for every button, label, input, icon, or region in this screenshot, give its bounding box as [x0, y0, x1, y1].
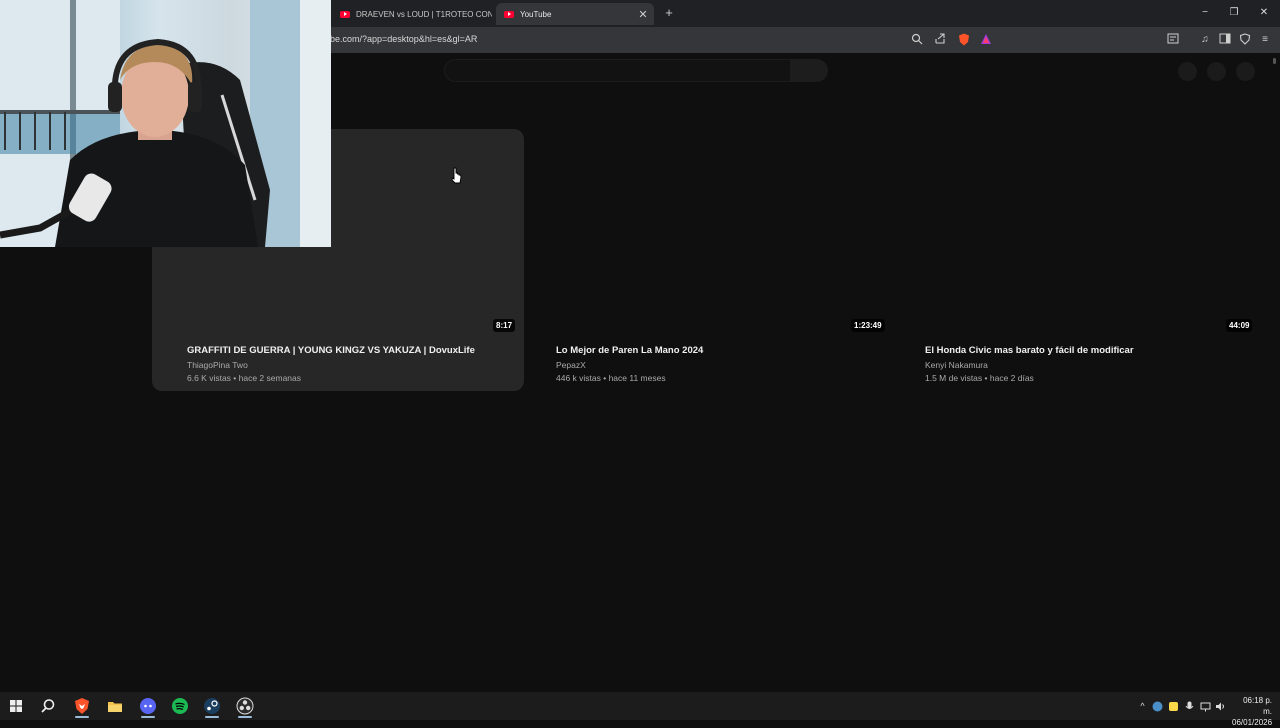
- share-icon[interactable]: [933, 33, 947, 47]
- active-app-indicator: [75, 716, 89, 718]
- discord-icon[interactable]: [139, 697, 157, 715]
- mouse-cursor: [451, 167, 462, 184]
- brave-shields-icon[interactable]: [957, 33, 971, 47]
- spotify-icon[interactable]: [171, 697, 189, 715]
- app-tray-icon[interactable]: [1168, 701, 1179, 712]
- channel-name[interactable]: PepazX: [556, 360, 586, 370]
- search-input[interactable]: [444, 59, 790, 82]
- url-field[interactable]: be.com/?app=desktop&hl=es&gl=AR: [330, 34, 477, 44]
- video-meta: 1.5 M de vistas • hace 2 días: [925, 373, 1034, 383]
- webcam-overlay: [0, 0, 331, 247]
- minimize-button[interactable]: −: [1198, 6, 1212, 20]
- notifications-icon[interactable]: [1207, 62, 1226, 81]
- avatar[interactable]: [1236, 62, 1255, 81]
- brave-browser-icon[interactable]: [73, 697, 91, 715]
- video-duration: 8:17: [493, 319, 516, 332]
- video-title[interactable]: GRAFFITI DE GUERRA | YOUNG KINGZ VS YAKU…: [187, 345, 475, 356]
- youtube-icon: [340, 10, 350, 18]
- tab-draeven[interactable]: DRAEVEN vs LOUD | T1ROTEO CON: [332, 3, 492, 25]
- close-tab-icon[interactable]: ✕: [636, 8, 650, 21]
- video-meta: 6.6 K vistas • hace 2 semanas: [187, 373, 302, 383]
- brave-rewards-icon[interactable]: [979, 33, 993, 47]
- tab-title: YouTube: [520, 9, 552, 19]
- zoom-icon[interactable]: [910, 33, 924, 47]
- vpn-shield-icon[interactable]: [1238, 33, 1252, 47]
- restore-button[interactable]: ❐: [1227, 6, 1241, 20]
- tab-youtube[interactable]: YouTube ✕: [496, 3, 654, 25]
- scrollbar[interactable]: [1273, 58, 1276, 64]
- running-app-indicator: [238, 716, 252, 718]
- video-duration: 44:09: [1226, 319, 1253, 332]
- channel-name[interactable]: Kenyi Nakamura: [925, 360, 988, 370]
- running-app-indicator: [205, 716, 219, 718]
- video-duration: 1:23:49: [851, 319, 885, 332]
- close-window-button[interactable]: ✕: [1257, 6, 1271, 20]
- new-tab-button[interactable]: +: [662, 5, 676, 21]
- menu-icon[interactable]: ≡: [1258, 33, 1272, 47]
- search-button[interactable]: [790, 59, 828, 82]
- microphone-icon[interactable]: [1184, 701, 1195, 712]
- search-icon[interactable]: [39, 697, 57, 715]
- video-title[interactable]: El Honda Civic mas barato y fácil de mod…: [925, 345, 1134, 356]
- video-meta: 446 k vistas • hace 11 meses: [556, 373, 666, 383]
- reader-mode-icon[interactable]: [1166, 33, 1180, 47]
- sidebar-icon[interactable]: [1218, 33, 1232, 47]
- steam-icon[interactable]: [203, 697, 221, 715]
- clock-date: 06/01/2026: [1232, 718, 1273, 727]
- running-app-indicator: [141, 716, 155, 718]
- webcam-image: [0, 0, 331, 247]
- youtube-icon: [504, 10, 514, 18]
- windows-start-icon[interactable]: [7, 697, 25, 715]
- clock-time: 06:18 p. m.: [1243, 696, 1272, 716]
- tab-title: DRAEVEN vs LOUD | T1ROTEO CON: [356, 9, 492, 19]
- obs-icon[interactable]: [236, 697, 254, 715]
- music-icon[interactable]: ♫: [1198, 33, 1212, 47]
- file-explorer-icon[interactable]: [106, 697, 124, 715]
- system-clock[interactable]: 06:18 p. m. 06/01/2026: [1232, 695, 1272, 728]
- channel-name[interactable]: ThiagoPina Two: [187, 360, 248, 370]
- volume-icon[interactable]: [1215, 701, 1226, 712]
- create-icon[interactable]: [1178, 62, 1197, 81]
- video-title[interactable]: Lo Mejor de Paren La Mano 2024: [556, 345, 703, 356]
- taskbar: [0, 692, 1280, 720]
- chevron-up-icon[interactable]: ^: [1137, 701, 1148, 712]
- steam-tray-icon[interactable]: [1152, 701, 1163, 712]
- network-icon[interactable]: [1200, 701, 1211, 712]
